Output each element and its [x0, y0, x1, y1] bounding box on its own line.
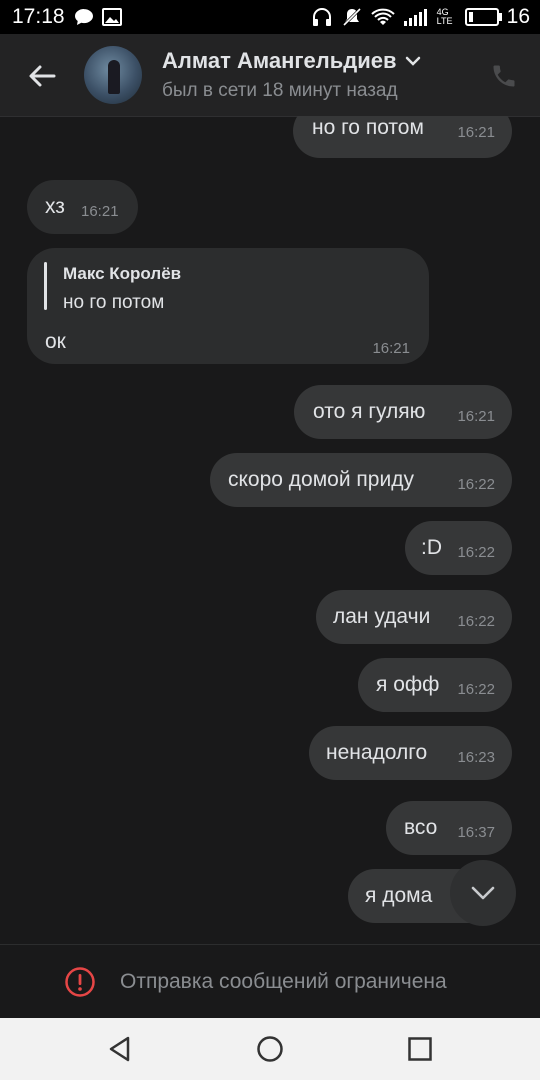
recents-square-icon[interactable]: [405, 1034, 435, 1064]
message-text: я дома: [365, 884, 433, 907]
last-seen-status: был в сети 18 минут назад: [162, 80, 398, 101]
scroll-to-bottom-button[interactable]: [450, 860, 516, 926]
wifi-icon: [370, 8, 395, 25]
restriction-text: Отправка сообщений ограничена: [120, 970, 447, 993]
message-time: 16:22: [457, 681, 495, 698]
battery-icon: [464, 8, 502, 26]
status-bar: 17:18 4G LTE 16: [0, 0, 540, 34]
network-type: 4G LTE: [436, 7, 453, 26]
battery-level: 16: [506, 5, 530, 28]
contact-name-row[interactable]: Алмат Амангельдиев: [162, 48, 421, 74]
message-bubble-outgoing[interactable]: всо 16:37: [386, 801, 512, 855]
status-time: 17:18: [12, 5, 65, 28]
message-text: хз: [45, 195, 65, 218]
avatar[interactable]: [84, 46, 142, 104]
message-time: 16:22: [457, 544, 495, 561]
chevron-down-icon: [471, 886, 495, 900]
message-time: 16:21: [81, 203, 119, 220]
message-bubble-outgoing[interactable]: ненадолго 16:23: [309, 726, 512, 780]
message-feed[interactable]: но го потом 16:21 хз 16:21 Макс Королёв …: [0, 116, 540, 942]
message-bubble-outgoing[interactable]: ото я гуляю 16:21: [294, 385, 512, 439]
message-time: 16:21: [457, 124, 495, 141]
message-bubble-incoming[interactable]: хз 16:21: [27, 180, 138, 234]
message-text: но го потом: [312, 116, 424, 139]
home-circle-icon[interactable]: [255, 1034, 285, 1064]
message-bubble-outgoing[interactable]: я офф 16:22: [358, 658, 512, 712]
message-bubble-outgoing[interactable]: :D 16:22: [405, 521, 512, 575]
message-text: скоро домой приду: [228, 468, 414, 491]
navigation-bar: [0, 1018, 540, 1080]
reply-quote-bar: [44, 262, 47, 310]
chevron-down-icon: [405, 56, 420, 66]
mute-icon: [342, 7, 361, 27]
chat-header: Алмат Амангельдиев был в сети 18 минут н…: [0, 34, 540, 117]
message-time: 16:21: [372, 340, 410, 357]
message-text: я офф: [376, 673, 440, 696]
headphones-icon: [312, 8, 331, 26]
image-notification-icon: [102, 8, 122, 26]
message-text: ок: [45, 330, 66, 353]
message-time: 16:22: [457, 613, 495, 630]
message-bubble-outgoing[interactable]: но го потом 16:21: [293, 116, 512, 158]
message-bubble-outgoing[interactable]: скоро домой приду 16:22: [210, 453, 512, 507]
message-time: 16:37: [457, 824, 495, 841]
message-text: ото я гуляю: [313, 400, 426, 423]
contact-name: Алмат Амангельдиев: [162, 48, 397, 73]
message-time: 16:21: [457, 408, 495, 425]
chat-notification-icon: [75, 9, 93, 25]
alert-icon: [65, 967, 95, 997]
message-bubble-reply[interactable]: Макс Королёв но го потом ок 16:21: [27, 248, 429, 364]
message-text: лан удачи: [333, 605, 431, 628]
back-triangle-icon[interactable]: [105, 1034, 135, 1064]
reply-text: но го потом: [63, 292, 165, 313]
message-text: :D: [421, 536, 442, 559]
reply-author: Макс Королёв: [63, 264, 182, 283]
phone-icon[interactable]: [490, 62, 518, 90]
message-time: 16:22: [457, 476, 495, 493]
message-time: 16:23: [457, 749, 495, 766]
message-bubble-outgoing[interactable]: лан удачи 16:22: [316, 590, 512, 644]
back-arrow-icon[interactable]: [26, 60, 58, 92]
message-text: ненадолго: [326, 741, 428, 764]
messaging-restricted-banner: Отправка сообщений ограничена: [0, 944, 540, 1019]
message-text: всо: [404, 816, 438, 839]
signal-icon: [403, 9, 427, 26]
